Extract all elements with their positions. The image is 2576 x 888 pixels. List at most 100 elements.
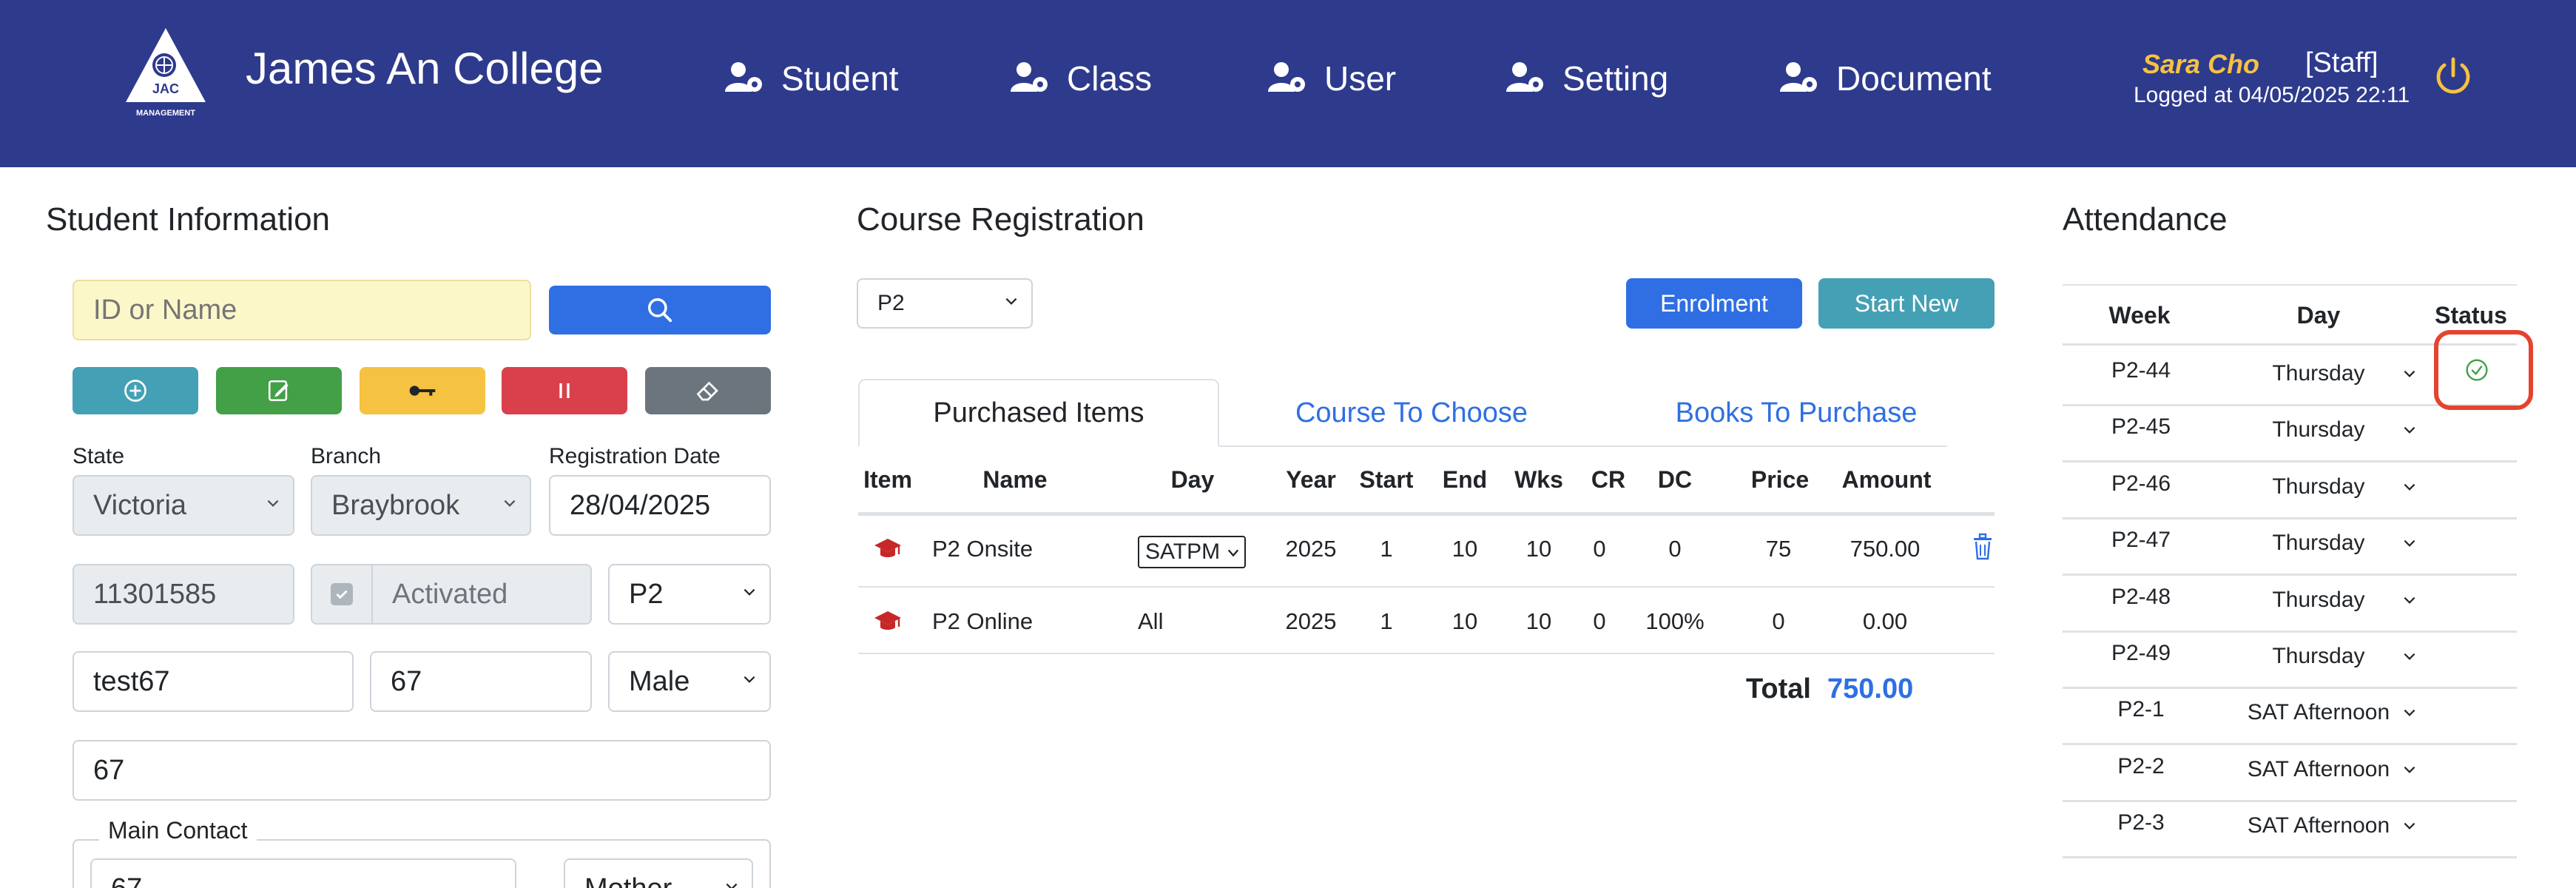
- branch-select[interactable]: Braybrook: [311, 475, 531, 536]
- branch-value: Braybrook: [331, 489, 460, 521]
- enrolment-button[interactable]: Enrolment: [1626, 278, 1802, 329]
- col-name: Name: [982, 466, 1048, 493]
- course-amount: 0.00: [1862, 608, 1908, 634]
- state-label: State: [73, 444, 125, 468]
- user-gear-icon: [1506, 62, 1543, 92]
- course-grade-select[interactable]: P2: [857, 278, 1033, 329]
- attendance-day[interactable]: Thursday: [2272, 588, 2364, 613]
- attendance-day[interactable]: Thursday: [2272, 361, 2364, 386]
- reset-password-button[interactable]: [360, 367, 485, 414]
- start-new-button[interactable]: Start New: [1818, 278, 1995, 329]
- tab-course-to-choose[interactable]: Course To Choose: [1219, 379, 1604, 447]
- course-dc: 100%: [1645, 608, 1705, 634]
- add-student-button[interactable]: [73, 367, 198, 414]
- search-input[interactable]: [73, 280, 531, 340]
- chevron-down-icon[interactable]: [2401, 818, 2418, 834]
- edit-student-button[interactable]: [216, 367, 342, 414]
- first-name-field[interactable]: test67: [73, 651, 354, 712]
- last-name-field[interactable]: 67: [370, 651, 592, 712]
- plus-circle-icon: [124, 380, 146, 402]
- chevron-down-icon[interactable]: [2401, 648, 2418, 665]
- gender-value: Male: [629, 665, 690, 697]
- attendance-day[interactable]: Thursday: [2272, 474, 2364, 500]
- table-header-divider: [858, 512, 1995, 516]
- grade-select[interactable]: P2: [608, 564, 771, 625]
- branch-label: Branch: [311, 444, 382, 468]
- course-price: 75: [1765, 536, 1792, 562]
- chevron-down-icon[interactable]: [2401, 761, 2418, 778]
- nav-class[interactable]: Class: [1011, 56, 1152, 101]
- student-extra-field[interactable]: 67: [73, 740, 771, 801]
- student-id-field: 11301585: [73, 564, 294, 625]
- tab-books-to-purchase[interactable]: Books To Purchase: [1604, 379, 1989, 447]
- col-year: Year: [1286, 466, 1336, 493]
- search-icon: [648, 298, 672, 323]
- row-divider: [858, 653, 1995, 654]
- suspend-button[interactable]: [502, 367, 627, 414]
- student-info-title: Student Information: [46, 201, 331, 238]
- graduation-cap-icon: [874, 611, 901, 630]
- nav-document[interactable]: Document: [1780, 56, 1992, 101]
- nav-setting[interactable]: Setting: [1506, 56, 1668, 101]
- day-select[interactable]: SATPM: [1138, 536, 1246, 568]
- att-col-day: Day: [2296, 302, 2341, 329]
- course-year: 2025: [1285, 536, 1337, 562]
- nav-user[interactable]: User: [1268, 56, 1396, 101]
- course-wks: 10: [1525, 608, 1552, 634]
- tab-purchased-items[interactable]: Purchased Items: [858, 379, 1219, 447]
- col-day: Day: [1170, 466, 1215, 493]
- course-year: 2025: [1285, 608, 1337, 634]
- attendance-day[interactable]: SAT Afternoon: [2248, 700, 2390, 725]
- contact-field[interactable]: 67: [90, 858, 516, 888]
- attendance-day[interactable]: SAT Afternoon: [2248, 757, 2390, 782]
- first-name-value: test67: [93, 665, 170, 697]
- chevron-down-icon[interactable]: [2401, 366, 2418, 382]
- course-start: 1: [1380, 608, 1393, 634]
- power-icon[interactable]: [2431, 55, 2475, 99]
- chevron-down-icon[interactable]: [2401, 422, 2418, 438]
- registration-date-field[interactable]: 28/04/2025: [549, 475, 771, 536]
- attendance-day[interactable]: Thursday: [2272, 531, 2364, 556]
- key-icon: [409, 386, 436, 396]
- col-dc: DC: [1657, 466, 1693, 493]
- col-price: Price: [1750, 466, 1810, 493]
- attendance-week: P2-48: [2111, 584, 2171, 609]
- user-name: Sara Cho: [2142, 49, 2260, 79]
- attendance-row-divider: [2063, 517, 2517, 519]
- attendance-day[interactable]: Thursday: [2272, 644, 2364, 669]
- trash-icon[interactable]: [1971, 533, 1995, 561]
- course-amount: 750.00: [1850, 536, 1921, 562]
- attendance-row-divider: [2063, 799, 2517, 802]
- attendance-day[interactable]: Thursday: [2272, 417, 2364, 443]
- clear-button[interactable]: [645, 367, 771, 414]
- state-value: Victoria: [93, 489, 187, 521]
- chevron-down-icon[interactable]: [2401, 479, 2418, 495]
- contact-relation-select[interactable]: Mother: [564, 858, 753, 888]
- graduation-cap-icon: [874, 539, 901, 557]
- chevron-down-icon[interactable]: [2401, 704, 2418, 721]
- nav-setting-label: Setting: [1562, 59, 1669, 98]
- att-col-week: Week: [2108, 302, 2171, 329]
- college-name: James An College: [246, 44, 604, 93]
- activated-field: Activated: [311, 564, 592, 625]
- attendance-week: P2-2: [2117, 753, 2165, 778]
- attendance-week: P2-44: [2111, 358, 2171, 383]
- nav-class-label: Class: [1067, 59, 1153, 98]
- nav-student[interactable]: Student: [725, 56, 899, 101]
- nav-student-label: Student: [781, 59, 899, 98]
- top-navbar: JAC MANAGEMENT James An College Student …: [0, 0, 2576, 167]
- nav-document-label: Document: [1836, 59, 1992, 98]
- activated-checkbox[interactable]: [312, 565, 373, 623]
- search-button[interactable]: [549, 286, 771, 334]
- gender-select[interactable]: Male: [608, 651, 771, 712]
- attendance-day[interactable]: SAT Afternoon: [2248, 813, 2390, 838]
- attendance-row-divider: [2063, 743, 2517, 746]
- student-extra-value: 67: [93, 754, 125, 786]
- chevron-down-icon: [744, 676, 755, 683]
- chevron-down-icon[interactable]: [2401, 535, 2418, 551]
- chevron-down-icon[interactable]: [2401, 592, 2418, 608]
- state-select[interactable]: Victoria: [73, 475, 294, 536]
- course-day: All: [1138, 608, 1164, 634]
- course-name: P2 Online: [932, 608, 1034, 634]
- total-value: 750.00: [1827, 673, 1914, 704]
